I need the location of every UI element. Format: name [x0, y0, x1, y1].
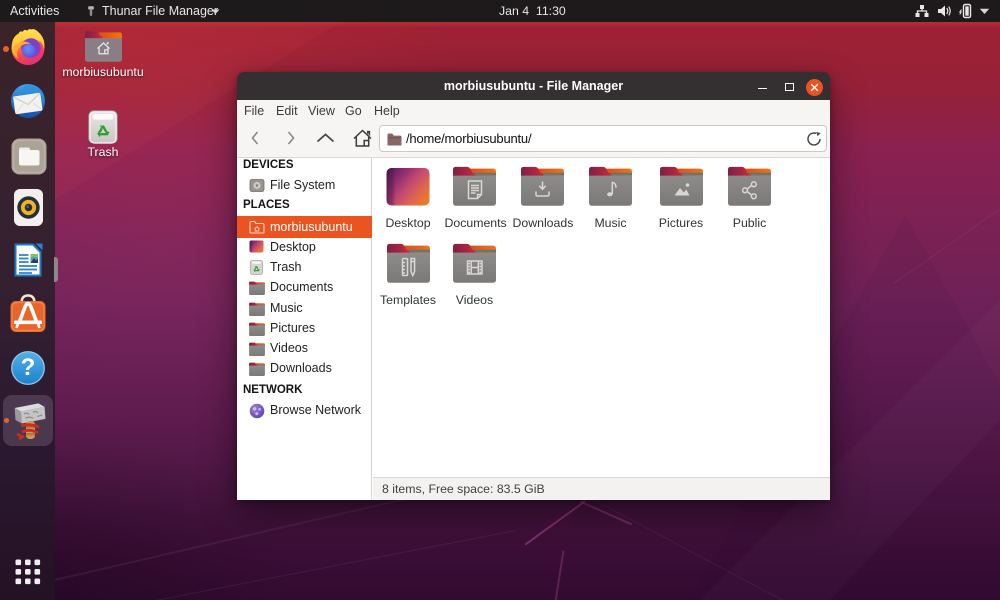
- svg-text:?: ?: [21, 354, 36, 381]
